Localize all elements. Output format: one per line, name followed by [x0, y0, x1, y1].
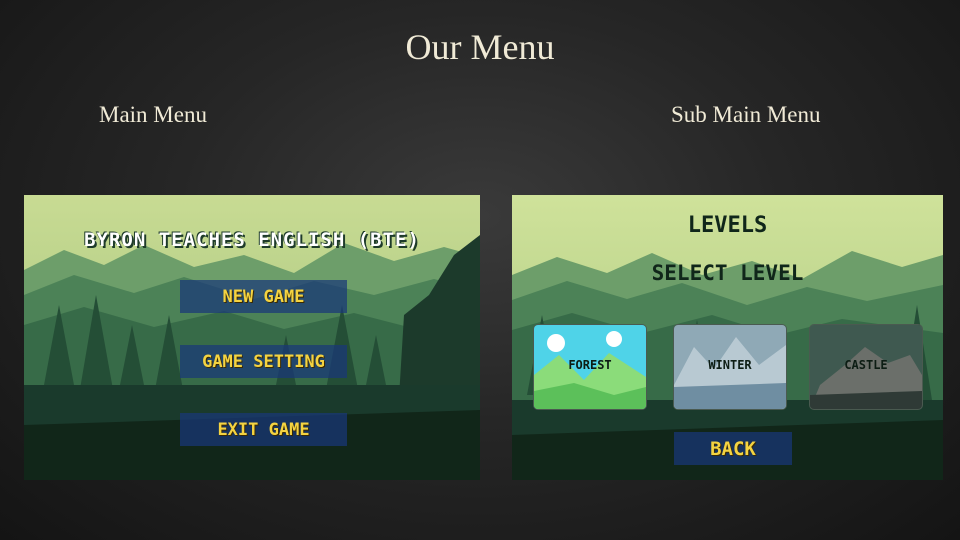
sub-menu-screenshot: LEVELS SELECT LEVEL FOREST WINTER CASTLE…: [512, 195, 943, 480]
level-label-winter: WINTER: [708, 358, 752, 372]
back-button[interactable]: BACK: [674, 432, 792, 465]
exit-game-button[interactable]: EXIT GAME: [180, 413, 347, 446]
level-label-castle: CASTLE: [844, 358, 888, 372]
game-title: BYRON TEACHES ENGLISH (BTE): [84, 229, 420, 251]
game-setting-button[interactable]: GAME SETTING: [180, 345, 347, 378]
slide-title: Our Menu: [405, 27, 555, 67]
levels-heading: LEVELS: [687, 213, 768, 238]
select-level-heading: SELECT LEVEL: [651, 261, 804, 285]
level-card-winter[interactable]: WINTER: [673, 324, 787, 410]
main-menu-screenshot: BYRON TEACHES ENGLISH (BTE) NEW GAME GAM…: [24, 195, 480, 480]
level-label-forest: FOREST: [568, 358, 612, 372]
sub-menu-caption: Sub Main Menu: [671, 102, 821, 127]
main-menu-caption: Main Menu: [99, 102, 207, 127]
level-card-castle[interactable]: CASTLE: [809, 324, 923, 410]
new-game-button[interactable]: NEW GAME: [180, 280, 347, 313]
level-card-forest[interactable]: FOREST: [533, 324, 647, 410]
